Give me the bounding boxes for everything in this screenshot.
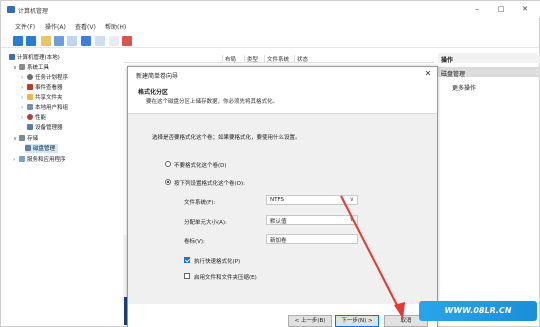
tree-item-services-applications[interactable]: › 服务和应用程序 [13,155,66,164]
quick-format-label[interactable]: 执行快速格式化(P) [194,257,240,265]
help-icon[interactable] [81,36,91,46]
actions-pane: 操作 磁盘管理 更多操作 [438,53,540,323]
volume-list-header: 布局 类型 文件系统 状态 [124,53,434,63]
tree-item-shared-folders[interactable]: › 共享文件夹 [21,93,63,102]
actions-section-disk-management[interactable]: 磁盘管理 [438,67,540,78]
tree-item-disk-management[interactable]: 磁盘管理 [25,144,59,153]
tree-item-event-viewer[interactable]: › 事件查看器 [21,83,63,92]
users-icon [27,104,33,110]
column-header-layout[interactable]: 布局 [222,55,236,63]
radio-format-with-settings[interactable] [165,179,171,185]
compression-label[interactable]: 启用文件和文件夹压缩(E) [194,273,257,281]
compression-checkbox[interactable] [184,273,190,279]
properties-icon[interactable] [95,36,105,46]
delete-icon[interactable] [122,36,132,46]
allocation-unit-value: 默认值 [270,219,287,225]
actions-header: 操作 [438,53,540,64]
computer-management-window: 计算机管理 – □ ✕ 文件(F) 操作(A) 查看(V) 帮助(H) 计算机管… [0,0,540,327]
tree-item-computer-management[interactable]: 计算机管理(本地) [9,53,60,62]
close-icon[interactable]: ✕ [515,4,535,15]
menu-action[interactable]: 操作(A) [45,22,66,31]
volume-label-value: 新加卷 [270,238,287,244]
connect-icon[interactable] [109,36,119,46]
menu-bar: 文件(F) 操作(A) 查看(V) 帮助(H) [1,20,540,31]
toolbar [1,34,540,48]
dialog-close-icon[interactable]: ✕ [420,68,436,79]
allocation-unit-label: 分配单元大小(A): [184,220,227,226]
performance-icon [27,114,33,120]
disk-management-icon [25,145,31,151]
radio-format-with-settings-label[interactable]: 按下列设置格式化这个卷(O): [174,179,245,187]
allocation-unit-select[interactable]: 默认值 ∨ [266,215,358,225]
file-system-label: 文件系统(F): [184,200,216,206]
window-title: 计算机管理 [18,8,49,15]
watermark-logo: WWW.08LR.CN [419,301,537,321]
shared-folder-icon [27,94,33,100]
clock-icon [27,74,33,80]
more-actions-link[interactable]: 更多操作 [452,83,476,92]
console-tree-icon[interactable] [54,36,64,46]
tools-icon [19,64,25,70]
next-button[interactable]: 下一步(N) > [335,315,379,327]
tree-item-device-manager[interactable]: 设备管理器 [27,123,63,132]
radio-do-not-format-label[interactable]: 不要格式化这个卷(D) [174,161,227,169]
storage-icon [19,135,25,141]
console-tree: 计算机管理(本地) ∨ 系统工具 › 任务计划程序 › 事件查看器 › 共享文件夹 › 本… [9,53,121,323]
menu-help[interactable]: 帮助(H) [105,22,126,31]
title-bar: 计算机管理 – □ ✕ [1,1,540,18]
maximize-icon[interactable]: □ [491,4,511,15]
quick-format-checkbox[interactable] [184,257,190,263]
column-header-type[interactable]: 类型 [244,55,258,63]
tree-item-performance[interactable]: › 性能 [21,113,46,122]
new-simple-volume-wizard: 新建简单卷向导 ✕ 格式化分区 要在这个磁盘分区上储存数据，你必须先将其格式化。… [127,66,438,327]
minimize-icon[interactable]: – [467,4,487,15]
list-icon[interactable] [67,36,77,46]
file-system-select[interactable]: NTFS ∨ [266,195,358,205]
folder-icon[interactable] [41,36,51,46]
volume-label-label: 卷标(V): [184,239,205,245]
tree-item-system-tools[interactable]: ∨ 系统工具 [13,63,49,72]
dialog-body [128,114,437,304]
back-icon[interactable] [13,36,23,46]
volume-label-input[interactable]: 新加卷 [266,234,358,244]
event-viewer-icon [27,84,33,90]
format-prompt-text: 选择是否要格式化这个卷；如果要格式化，要使用什么设置。 [152,135,301,141]
device-manager-icon [27,124,33,130]
forward-icon[interactable] [26,36,36,46]
back-button[interactable]: < 上一步(B) [288,315,332,327]
tree-item-storage[interactable]: ∨ 存储 [13,134,38,143]
file-system-value: NTFS [270,197,285,203]
tree-item-task-scheduler[interactable]: › 任务计划程序 [21,73,68,82]
dialog-subheading: 要在这个磁盘分区上储存数据，你必须先将其格式化。 [146,99,279,105]
column-header-status[interactable]: 状态 [294,55,308,63]
computer-icon [9,54,15,60]
menu-view[interactable]: 查看(V) [75,22,96,31]
dialog-title: 新建简单卷向导 [136,73,179,80]
services-icon [19,156,25,162]
dialog-heading: 格式化分区 [138,89,169,96]
computer-management-icon [7,6,15,13]
menu-file[interactable]: 文件(F) [15,22,35,31]
chevron-down-icon: ∨ [349,196,354,203]
tree-item-local-users-groups[interactable]: › 本地用户和组 [21,103,68,112]
chevron-down-icon: ∨ [349,216,354,223]
radio-do-not-format[interactable] [165,161,171,167]
column-header-filesystem[interactable]: 文件系统 [264,55,289,63]
